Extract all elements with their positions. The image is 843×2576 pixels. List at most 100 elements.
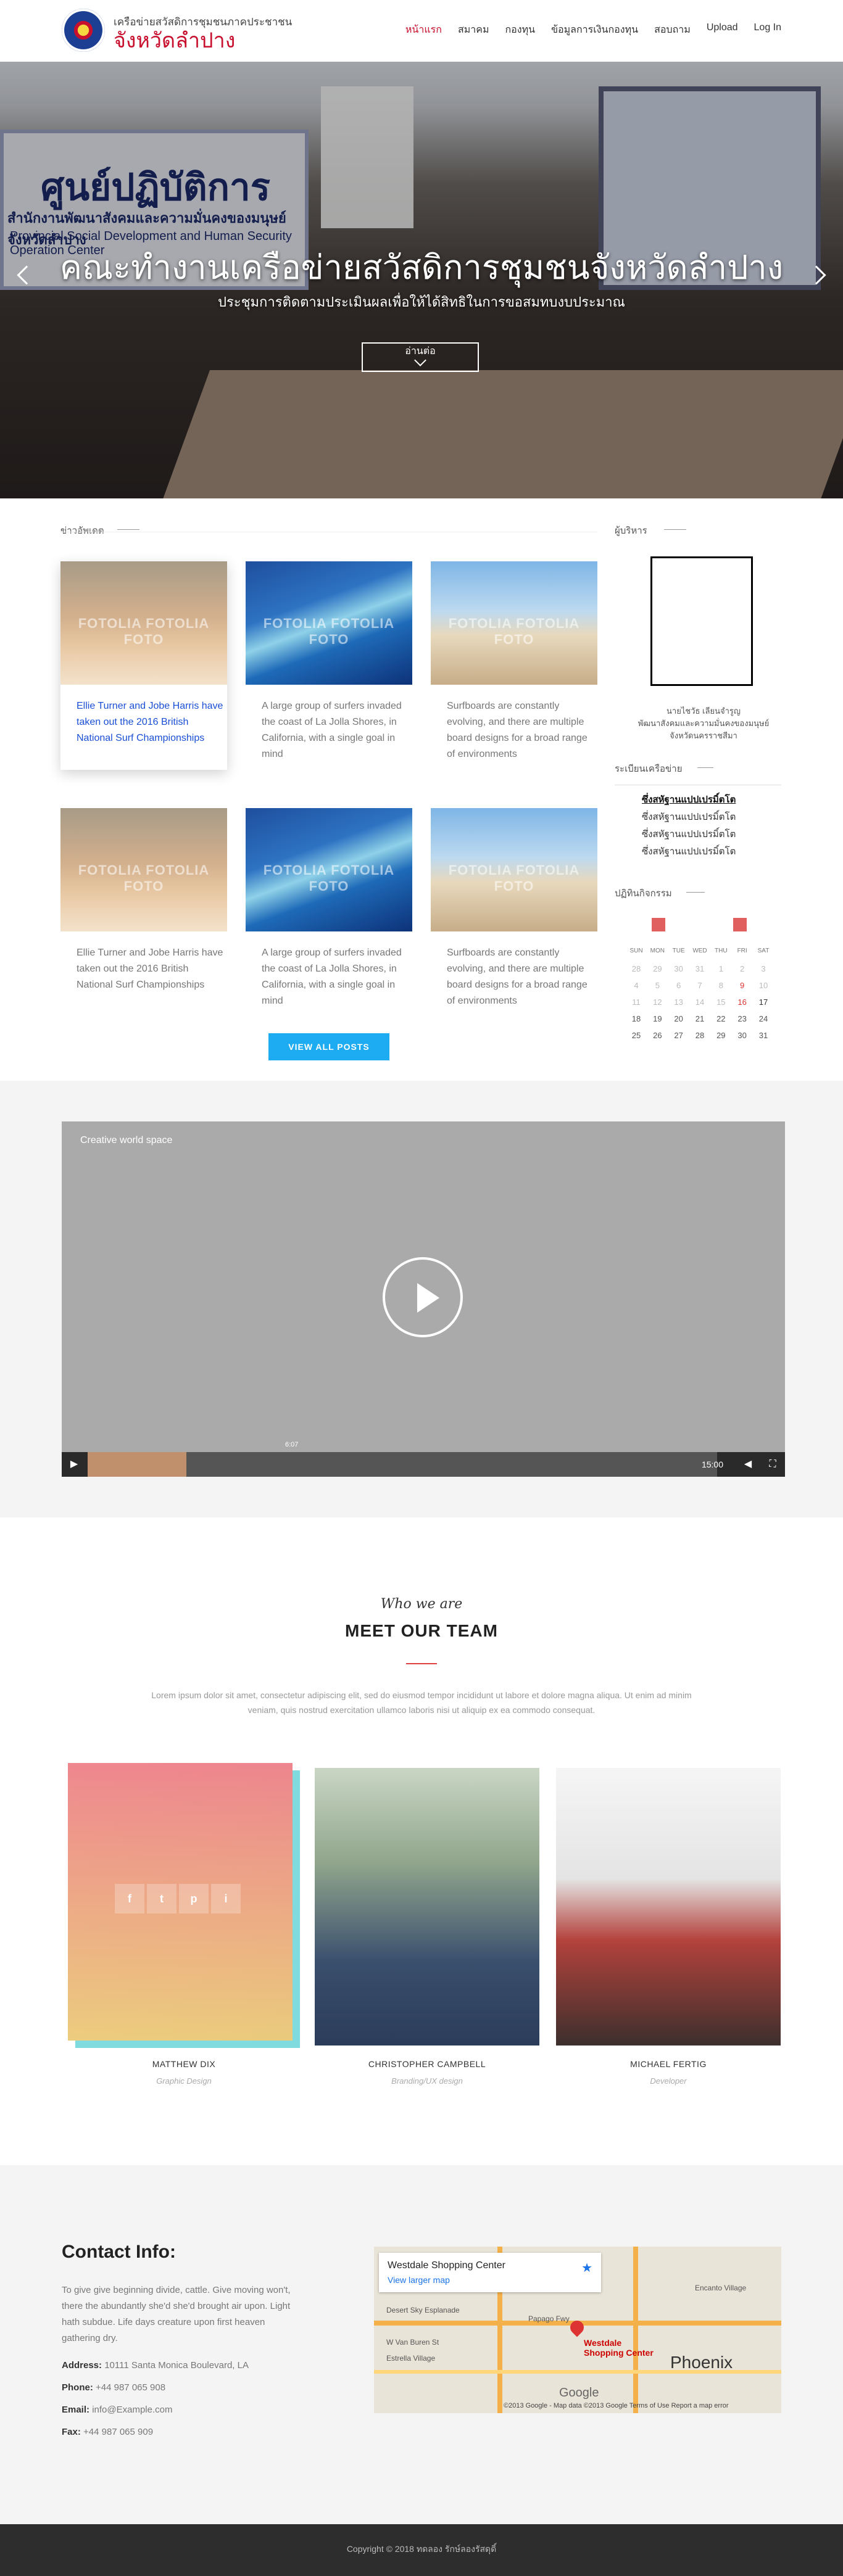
calendar-date[interactable]: 8 [712,981,730,997]
map-larger-link[interactable]: View larger map [388,2275,450,2285]
fullscreen-icon[interactable]: ⛶ [760,1452,785,1477]
calendar-date[interactable]: 26 [648,1031,667,1047]
member-photo-2[interactable] [315,1768,539,2046]
calendar-date[interactable]: 6 [670,981,688,997]
calendar-date[interactable]: 18 [627,1014,646,1031]
progress-played[interactable] [88,1452,186,1477]
calendar-date[interactable]: 28 [691,1031,709,1047]
calendar-date[interactable]: 11 [627,997,646,1014]
calendar-date[interactable]: 2 [733,964,752,981]
system-link-1[interactable]: ซึ่งสหัฐานแปปเปรมิ์ตโต [642,792,736,807]
calendar-date[interactable]: 1 [712,964,730,981]
nav-fund-finance[interactable]: ข้อมูลการเงินกองทุน [551,22,638,38]
calendar-date[interactable]: 9 [733,981,752,997]
nav-upload[interactable]: Upload [707,22,738,38]
nav-login[interactable]: Log In [754,22,781,38]
calendar-week-4: 18 19 20 21 22 23 24 [627,1014,773,1031]
calendar-date[interactable]: 16 [733,997,752,1014]
system-link-2[interactable]: ซึ่งสหัฐานแปปเปรมิ์ตโต [642,809,736,824]
calendar-date[interactable]: 29 [712,1031,730,1047]
calendar-date[interactable]: 21 [691,1014,709,1031]
video-player[interactable]: Creative world space ▶ 6:07 15:00 ◀ ⛶ [62,1121,785,1477]
calendar-date[interactable]: 20 [670,1014,688,1031]
system-link-4[interactable]: ซึ่งสหัฐานแปปเปรมิ์ตโต [642,844,736,859]
calendar-day-tue: TUE [672,947,685,954]
calendar-date[interactable]: 14 [691,997,709,1014]
instagram-icon[interactable]: i [211,1884,241,1913]
admin-title-rule [664,529,686,530]
calendar-day-fri: FRI [737,947,747,954]
main-nav: หน้าแรก สมาคม กองทุน ข้อมูลการเงินกองทุน… [405,22,781,38]
calendar-day-mon: MON [650,947,665,954]
member-role-3: Developer [650,2076,687,2086]
map-place-name: Westdale Shopping Center [388,2260,505,2271]
calendar-date[interactable]: 30 [733,1031,752,1047]
news-image-2[interactable]: FOTOLIA FOTOLIA FOTO [246,561,412,685]
progress-buffer[interactable] [186,1452,717,1477]
team-description: Lorem ipsum dolor sit amet, consectetur … [151,1690,692,1715]
calendar-date[interactable]: 19 [648,1014,667,1031]
calendar-date[interactable]: 25 [627,1031,646,1047]
news-image-5[interactable]: FOTOLIA FOTOLIA FOTO [246,808,412,931]
news-image-6[interactable]: FOTOLIA FOTOLIA FOTO [431,808,597,931]
calendar-date[interactable]: 3 [754,964,773,981]
nav-association[interactable]: สมาคม [458,22,489,38]
nav-home[interactable]: หน้าแรก [405,22,442,38]
member-photo-3[interactable] [556,1768,781,2046]
calendar-date[interactable]: 31 [754,1031,773,1047]
nav-inquiry[interactable]: สอบถาม [654,22,691,38]
progress-tooltip: 6:07 [285,1441,299,1448]
logo-emblem[interactable] [62,9,105,52]
hero-read-more-button[interactable]: อ่านต่อ [362,342,479,372]
news-image-1[interactable]: FOTOLIA FOTOLIA FOTO [60,561,227,685]
map-street-label: Desert Sky Esplanade [386,2306,460,2314]
calendar-next-icon[interactable] [733,918,747,931]
calendar-date[interactable]: 31 [691,964,709,981]
calendar-date[interactable]: 22 [712,1014,730,1031]
news-post-6-text[interactable]: Surfboards are constantly evolving, and … [447,945,595,1009]
calendar-week-2: 4 5 6 7 8 9 10 [627,981,773,997]
nav-fund[interactable]: กองทุน [505,22,535,38]
calendar-date[interactable]: 17 [754,997,773,1014]
news-post-5-text[interactable]: A large group of surfers invaded the coa… [262,945,410,1009]
news-post-3-text[interactable]: Surfboards are constantly evolving, and … [447,698,595,762]
calendar-date[interactable]: 27 [670,1031,688,1047]
view-all-posts-button[interactable]: VIEW ALL POSTS [268,1033,389,1060]
map-city-label: Phoenix [670,2353,733,2372]
play-button[interactable] [383,1257,463,1337]
play-icon [417,1283,439,1313]
twitter-icon[interactable]: t [147,1884,176,1913]
calendar-prev-icon[interactable] [652,918,665,931]
pinterest-icon[interactable]: p [179,1884,209,1913]
calendar-date[interactable]: 5 [648,981,667,997]
news-image-3[interactable]: FOTOLIA FOTOLIA FOTO [431,561,597,685]
calendar-date[interactable]: 28 [627,964,646,981]
volume-icon[interactable]: ◀ [736,1452,760,1477]
calendar-date[interactable]: 12 [648,997,667,1014]
admin-photo-frame [650,556,753,686]
calendar-date[interactable]: 13 [670,997,688,1014]
news-image-4[interactable]: FOTOLIA FOTOLIA FOTO [60,808,227,931]
news-post-4-text[interactable]: Ellie Turner and Jobe Harris have taken … [77,945,225,993]
calendar-date[interactable]: 29 [648,964,667,981]
facebook-icon[interactable]: f [115,1884,144,1913]
calendar-date[interactable]: 30 [670,964,688,981]
calendar-date[interactable]: 24 [754,1014,773,1031]
calendar-date[interactable]: 7 [691,981,709,997]
calendar-date[interactable]: 15 [712,997,730,1014]
member-social-links: f t p i [115,1884,241,1913]
embedded-map[interactable]: Westdale Shopping Center View larger map… [374,2247,781,2413]
calendar-date[interactable]: 4 [627,981,646,997]
news-post-2-text[interactable]: A large group of surfers invaded the coa… [262,698,410,762]
calendar-date[interactable]: 23 [733,1014,752,1031]
video-duration: 15:00 [701,1459,723,1469]
news-post-1-text[interactable]: Ellie Turner and Jobe Harris have taken … [77,698,225,746]
star-icon[interactable]: ★ [581,2260,592,2276]
system-link-3[interactable]: ซึ่งสหัฐานแปปเปรมิ์ตโต [642,827,736,841]
calendar-date[interactable]: 10 [754,981,773,997]
team-title: MEET OUR TEAM [345,1621,498,1640]
play-small-icon[interactable]: ▶ [62,1452,86,1477]
calendar-section-title: ปฏิทินกิจกรรม [615,888,672,899]
site-header: เครือข่ายสวัสดิการชุมชนภาคประชาชน จังหวั… [0,0,843,62]
activity-calendar: SUN MON TUE WED THU FRI SAT 28 29 30 31 … [627,947,773,1047]
